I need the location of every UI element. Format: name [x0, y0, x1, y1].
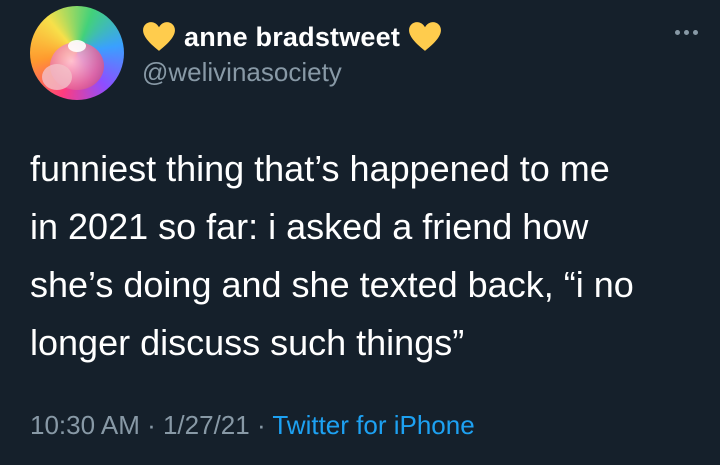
separator: · — [249, 410, 273, 440]
dot — [675, 30, 680, 35]
avatar[interactable] — [30, 6, 124, 100]
tweet-metadata: 10:30 AM · 1/27/21 · Twitter for iPhone — [30, 410, 475, 441]
more-options-icon[interactable] — [675, 30, 698, 35]
tweet-text: funniest thing that’s happened to me in … — [30, 140, 700, 372]
tweet-text-line: longer discuss such things” — [30, 322, 465, 363]
tweet-time[interactable]: 10:30 AM — [30, 410, 140, 440]
avatar-shape — [68, 40, 86, 52]
tweet-text-line: in 2021 so far: i asked a friend how — [30, 206, 589, 247]
yellow-heart-icon — [143, 22, 175, 51]
tweet-text-line: she’s doing and she texted back, “i no — [30, 264, 634, 305]
tweet: anne bradstweet @welivinasociety funnies… — [0, 0, 720, 465]
tweet-text-line: funniest thing that’s happened to me — [30, 148, 610, 189]
dot — [693, 30, 698, 35]
author-handle[interactable]: @welivinasociety — [142, 57, 342, 88]
tweet-source-link[interactable]: Twitter for iPhone — [272, 410, 474, 440]
dot — [684, 30, 689, 35]
tweet-date[interactable]: 1/27/21 — [163, 410, 250, 440]
separator: · — [139, 410, 163, 440]
yellow-heart-icon — [409, 22, 441, 51]
display-name[interactable]: anne bradstweet — [184, 22, 400, 53]
avatar-shape — [42, 64, 72, 90]
author-name-row[interactable]: anne bradstweet — [142, 20, 442, 54]
